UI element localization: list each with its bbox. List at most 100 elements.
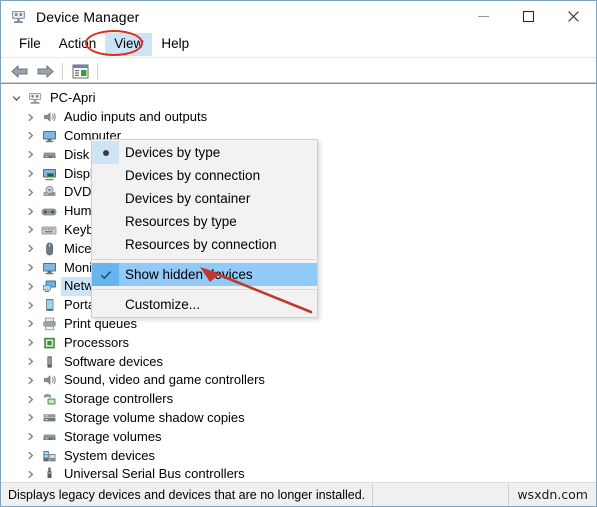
tree-item-label: Software devices	[64, 353, 163, 369]
tree-item-system-devices[interactable]: System devices	[1, 446, 596, 465]
tree-item-label: Storage volumes	[64, 428, 162, 444]
menu-view[interactable]: View	[105, 33, 153, 56]
menu-resources-by-type[interactable]: Resources by type	[92, 210, 317, 233]
dvd-icon	[40, 184, 58, 200]
tree-item-audio[interactable]: Audio inputs and outputs	[1, 108, 596, 127]
menu-devices-by-type[interactable]: Devices by type	[92, 141, 317, 164]
menu-item-label: Devices by connection	[125, 167, 261, 183]
tree-item-label: Audio inputs and outputs	[64, 109, 208, 125]
marker-empty	[92, 187, 119, 210]
status-bar: Displays legacy devices and devices that…	[1, 482, 596, 506]
chevron-right-icon[interactable]	[21, 357, 40, 366]
chevron-right-icon[interactable]	[21, 432, 40, 441]
menu-item-label: Devices by type	[125, 144, 221, 160]
chevron-right-icon[interactable]	[21, 338, 40, 347]
status-message: Displays legacy devices and devices that…	[1, 483, 373, 506]
chevron-right-icon[interactable]	[21, 113, 40, 122]
tree-item-usb-controllers[interactable]: Universal Serial Bus controllers	[1, 465, 596, 478]
menu-item-label: Show hidden devices	[125, 266, 253, 282]
system-device-icon	[40, 448, 58, 464]
device-manager-icon	[10, 8, 27, 25]
display-adapter-icon	[40, 166, 58, 182]
chevron-right-icon[interactable]	[21, 301, 40, 310]
menu-show-hidden-devices[interactable]: Show hidden devices	[92, 263, 317, 286]
toolbar	[1, 57, 596, 84]
chevron-right-icon[interactable]	[21, 376, 40, 385]
radio-selected-icon	[92, 141, 119, 164]
menu-item-label: Resources by type	[125, 213, 237, 229]
maximize-button[interactable]	[506, 1, 551, 32]
chevron-right-icon[interactable]	[21, 395, 40, 404]
chevron-right-icon[interactable]	[21, 319, 40, 328]
tree-item-label: System devices	[64, 447, 156, 463]
speaker-icon	[40, 372, 58, 388]
minimize-button[interactable]	[461, 1, 506, 32]
chevron-right-icon[interactable]	[21, 263, 40, 272]
status-panel-2	[373, 483, 509, 506]
toolbar-separator-2	[97, 62, 98, 80]
properties-icon[interactable]	[67, 60, 93, 82]
chevron-right-icon[interactable]	[21, 188, 40, 197]
toolbar-separator	[62, 62, 63, 80]
marker-empty	[92, 164, 119, 187]
disk-icon	[40, 147, 58, 163]
processor-icon	[40, 335, 58, 351]
toolbar-bottom-border	[1, 82, 596, 84]
tree-root-row[interactable]: PC-Apri	[1, 89, 596, 108]
software-device-icon	[40, 354, 58, 370]
chevron-right-icon[interactable]	[21, 131, 40, 140]
tree-item-label: Sound, video and game controllers	[64, 372, 265, 388]
tree-item-processors[interactable]: Processors	[1, 333, 596, 352]
menu-action[interactable]: Action	[50, 33, 106, 56]
chevron-right-icon[interactable]	[21, 207, 40, 216]
chevron-right-icon[interactable]	[21, 169, 40, 178]
chevron-right-icon[interactable]	[21, 451, 40, 460]
disk-icon	[40, 410, 58, 426]
back-arrow-icon[interactable]	[6, 60, 32, 82]
view-dropdown-menu: Devices by type Devices by connection De…	[91, 139, 318, 318]
menu-bar: File Action View Help	[1, 32, 596, 57]
menu-resources-by-connection[interactable]: Resources by connection	[92, 233, 317, 256]
menu-separator	[93, 289, 316, 290]
usb-icon	[40, 466, 58, 478]
menu-customize[interactable]: Customize...	[92, 293, 317, 316]
window-controls	[461, 1, 596, 32]
tree-item-label: Storage volume shadow copies	[64, 409, 245, 425]
menu-devices-by-container[interactable]: Devices by container	[92, 187, 317, 210]
device-manager-window: Device Manager File Action View Help PC-…	[0, 0, 597, 507]
chevron-right-icon[interactable]	[21, 150, 40, 159]
tree-item-storage-volume-shadow-copies[interactable]: Storage volume shadow copies	[1, 409, 596, 428]
tree-item-label: Processors	[64, 334, 130, 350]
chevron-down-icon[interactable]	[7, 94, 26, 103]
title-bar: Device Manager	[1, 1, 596, 32]
chevron-right-icon[interactable]	[21, 225, 40, 234]
tree-item-label: Universal Serial Bus controllers	[64, 466, 245, 478]
tree-item-storage-controllers[interactable]: Storage controllers	[1, 390, 596, 409]
chevron-right-icon[interactable]	[21, 470, 40, 478]
tree-item-software-devices[interactable]: Software devices	[1, 352, 596, 371]
monitor-icon	[40, 128, 58, 144]
menu-help[interactable]: Help	[152, 33, 198, 56]
menu-item-label: Customize...	[125, 296, 201, 312]
keyboard-icon	[40, 222, 58, 238]
monitor-icon	[40, 260, 58, 276]
computer-icon	[26, 90, 44, 106]
close-button[interactable]	[551, 1, 596, 32]
watermark: wsxdn.com	[517, 487, 588, 502]
marker-empty	[92, 210, 119, 233]
menu-file[interactable]: File	[10, 33, 50, 56]
tree-item-storage-volumes[interactable]: Storage volumes	[1, 427, 596, 446]
chevron-right-icon[interactable]	[21, 413, 40, 422]
chevron-right-icon[interactable]	[21, 282, 40, 291]
chevron-right-icon[interactable]	[21, 244, 40, 253]
network-icon	[40, 278, 58, 294]
forward-arrow-icon[interactable]	[32, 60, 58, 82]
menu-devices-by-connection[interactable]: Devices by connection	[92, 164, 317, 187]
disk-icon	[40, 429, 58, 445]
printer-icon	[40, 316, 58, 332]
hid-icon	[40, 203, 58, 219]
tree-item-sound-video-game[interactable]: Sound, video and game controllers	[1, 371, 596, 390]
marker-empty	[92, 293, 119, 316]
storage-controller-icon	[40, 391, 58, 407]
portable-device-icon	[40, 297, 58, 313]
